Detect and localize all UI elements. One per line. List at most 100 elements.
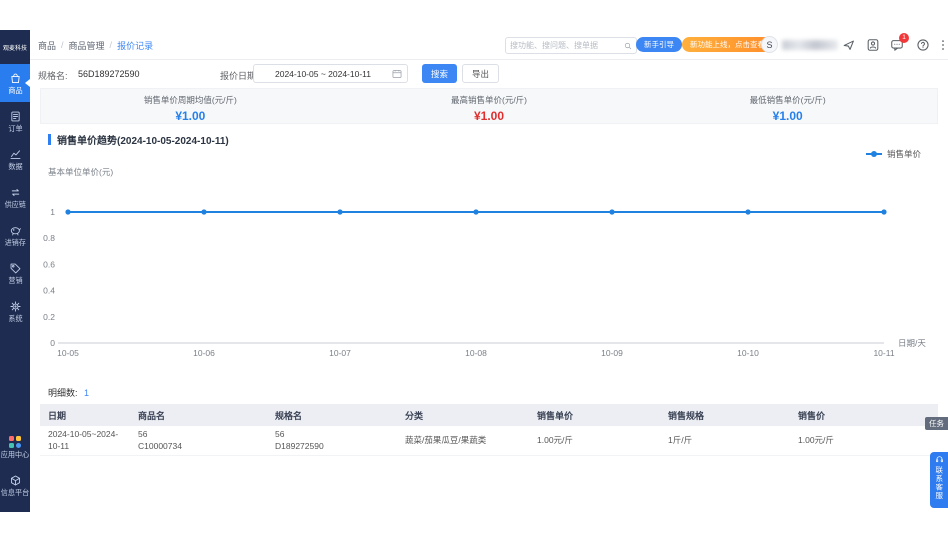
- breadcrumb: 商品 / 商品管理 / 报价记录: [38, 30, 153, 60]
- contact-icon[interactable]: [866, 38, 880, 52]
- sidebar-item-app-center[interactable]: 应用中心: [0, 428, 30, 466]
- line-chart-icon: [10, 150, 20, 159]
- svg-text:0.4: 0.4: [43, 286, 55, 296]
- svg-text:10-10: 10-10: [737, 348, 759, 358]
- chart-title-row: 销售单价趋势(2024-10-05-2024-10-11): [48, 132, 229, 147]
- sidebar-item-label: 信息平台: [0, 487, 30, 497]
- help-icon[interactable]: [916, 38, 930, 52]
- title-accent-bar: [48, 134, 51, 145]
- task-tag-button[interactable]: 任务: [925, 417, 948, 430]
- app-grid-icon: [8, 435, 22, 449]
- svg-text:10-07: 10-07: [329, 348, 351, 358]
- cell-sale-spec: 1斤/斤: [668, 434, 693, 445]
- export-button[interactable]: 导出: [462, 64, 500, 83]
- cell-sale-price: 1.00元/斤: [798, 434, 834, 445]
- sidebar-item-label: 供应链: [4, 199, 26, 209]
- col-date: 日期: [48, 410, 67, 421]
- cell-product: 56 C10000734: [138, 429, 182, 451]
- username-redacted[interactable]: [782, 40, 838, 50]
- sidebar-item-marketing[interactable]: 营销: [0, 254, 30, 292]
- sidebar-item-goods[interactable]: 商品: [0, 64, 30, 102]
- filter-bar: 规格名: 56D189272590 报价日期 2024-10-05 ~ 2024…: [30, 60, 948, 88]
- stat-max-price: 最高销售单价(元/斤) ¥1.00: [340, 89, 639, 123]
- newbie-guide-button[interactable]: 新手引导: [636, 37, 682, 52]
- calendar-icon[interactable]: [392, 69, 402, 79]
- support-label: 联系客服: [934, 466, 944, 500]
- sidebar-item-label: 进销存: [4, 237, 26, 247]
- spec-name-value: 56D189272590: [78, 69, 140, 79]
- sidebar-item-supply-chain[interactable]: 供应链: [0, 178, 30, 216]
- stat-value: ¥1.00: [473, 109, 505, 123]
- contact-support-button[interactable]: 联系客服: [930, 452, 948, 508]
- message-badge: 1: [899, 33, 909, 43]
- new-feature-banner-button[interactable]: 新功能上线，点击查看: [682, 37, 773, 52]
- order-icon: [10, 111, 20, 122]
- breadcrumb-separator: /: [109, 40, 113, 50]
- breadcrumb-goods[interactable]: 商品: [38, 39, 56, 52]
- chart-title: 销售单价趋势(2024-10-05-2024-10-11): [57, 136, 229, 147]
- search-icon[interactable]: [624, 41, 632, 51]
- sidebar: 观麦科技 商品 订单 数据 供应链 进销存 营销 系统 应用中心 信息平台: [0, 30, 30, 512]
- details-count-label: 明细数:: [48, 388, 78, 398]
- stat-label: 销售单价周期均值(元/斤): [143, 95, 237, 105]
- sidebar-item-system[interactable]: 系统: [0, 292, 30, 330]
- sidebar-item-info-platform[interactable]: 信息平台: [0, 466, 30, 504]
- cell-category: 蔬菜/茄果瓜豆/果蔬类: [405, 434, 487, 445]
- search-button[interactable]: 搜索: [422, 64, 458, 83]
- messages-icon[interactable]: 1: [890, 33, 909, 52]
- spec-name-label: 规格名:: [38, 71, 68, 81]
- stat-min-price: 最低销售单价(元/斤) ¥1.00: [638, 89, 937, 123]
- app-logo: 观麦科技: [2, 45, 27, 52]
- legend-item-sale-price[interactable]: 销售单价: [866, 148, 921, 160]
- svg-text:0.2: 0.2: [43, 312, 55, 322]
- breadcrumb-separator: /: [61, 40, 64, 50]
- main-content: 商品 / 商品管理 / 报价记录 新手引导 新功能上线，点击查看 S: [30, 30, 948, 512]
- sidebar-item-orders[interactable]: 订单: [0, 102, 30, 140]
- svg-text:0.6: 0.6: [43, 259, 55, 269]
- breadcrumb-current: 报价记录: [117, 40, 154, 51]
- tag-icon: [10, 263, 20, 274]
- svg-text:1: 1: [50, 207, 55, 217]
- col-product: 商品名: [138, 410, 166, 421]
- quote-date-label: 报价日期: [220, 71, 257, 81]
- more-kebab-icon[interactable]: [936, 38, 948, 52]
- legend-marker: [866, 151, 882, 157]
- date-range-input[interactable]: 2024-10-05 ~ 2024-10-11: [253, 64, 408, 83]
- sidebar-item-label: 系统: [7, 313, 23, 323]
- search-input[interactable]: [506, 41, 624, 50]
- avatar[interactable]: S: [761, 36, 778, 53]
- bag-icon: [10, 73, 20, 83]
- table-header-row: 日期 商品名 规格名 分类 销售单价 销售规格 销售价: [40, 404, 938, 426]
- svg-text:0: 0: [50, 338, 55, 348]
- svg-text:日期/天: 日期/天: [898, 338, 926, 348]
- topbar: 商品 / 商品管理 / 报价记录 新手引导 新功能上线，点击查看 S: [30, 30, 948, 60]
- col-category: 分类: [405, 410, 424, 421]
- global-search[interactable]: [505, 37, 637, 54]
- stat-label: 最低销售单价(元/斤): [749, 95, 826, 105]
- quotes-table: 日期 商品名 规格名 分类 销售单价 销售规格 销售价 2024-10-05~2…: [40, 404, 938, 456]
- stat-avg-price: 销售单价周期均值(元/斤) ¥1.00: [41, 89, 340, 123]
- cell-spec: 56 D189272590: [275, 429, 324, 451]
- price-trend-chart: 0 0.2 0.4 0.6 0.8 1 10-05 10-06 10-07 10-08 10-09 1…: [43, 207, 926, 358]
- switch-account-icon[interactable]: [842, 38, 856, 52]
- exchange-arrows-icon: [11, 188, 19, 196]
- svg-text:0.8: 0.8: [43, 233, 55, 243]
- col-spec: 规格名: [275, 410, 303, 421]
- sidebar-item-inventory[interactable]: 进销存: [0, 216, 30, 254]
- sidebar-item-data[interactable]: 数据: [0, 140, 30, 178]
- table-row: 2024-10-05~2024-10-11 56 C10000734 56 D1…: [40, 426, 938, 456]
- details-count-value: 1: [84, 388, 90, 398]
- col-unit-price: 销售单价: [537, 410, 574, 421]
- sidebar-item-label: 数据: [7, 161, 23, 171]
- sidebar-item-label: 商品: [7, 85, 23, 95]
- y-axis-label: 基本单位单价(元): [48, 167, 114, 177]
- cell-date: 2024-10-05~2024-10-11: [48, 429, 119, 451]
- screen: 观麦科技 商品 订单 数据 供应链 进销存 营销 系统 应用中心 信息平台 商品…: [0, 0, 948, 548]
- date-range-value: 2024-10-05 ~ 2024-10-11: [274, 68, 371, 79]
- svg-text:10-11: 10-11: [873, 348, 894, 358]
- details-count-row: 明细数: 1: [48, 386, 89, 399]
- svg-text:10-06: 10-06: [193, 348, 215, 358]
- breadcrumb-goods-manage[interactable]: 商品管理: [69, 39, 105, 52]
- legend-label: 销售单价: [887, 149, 922, 159]
- app-window: 观麦科技 商品 订单 数据 供应链 进销存 营销 系统 应用中心 信息平台 商品…: [0, 30, 948, 512]
